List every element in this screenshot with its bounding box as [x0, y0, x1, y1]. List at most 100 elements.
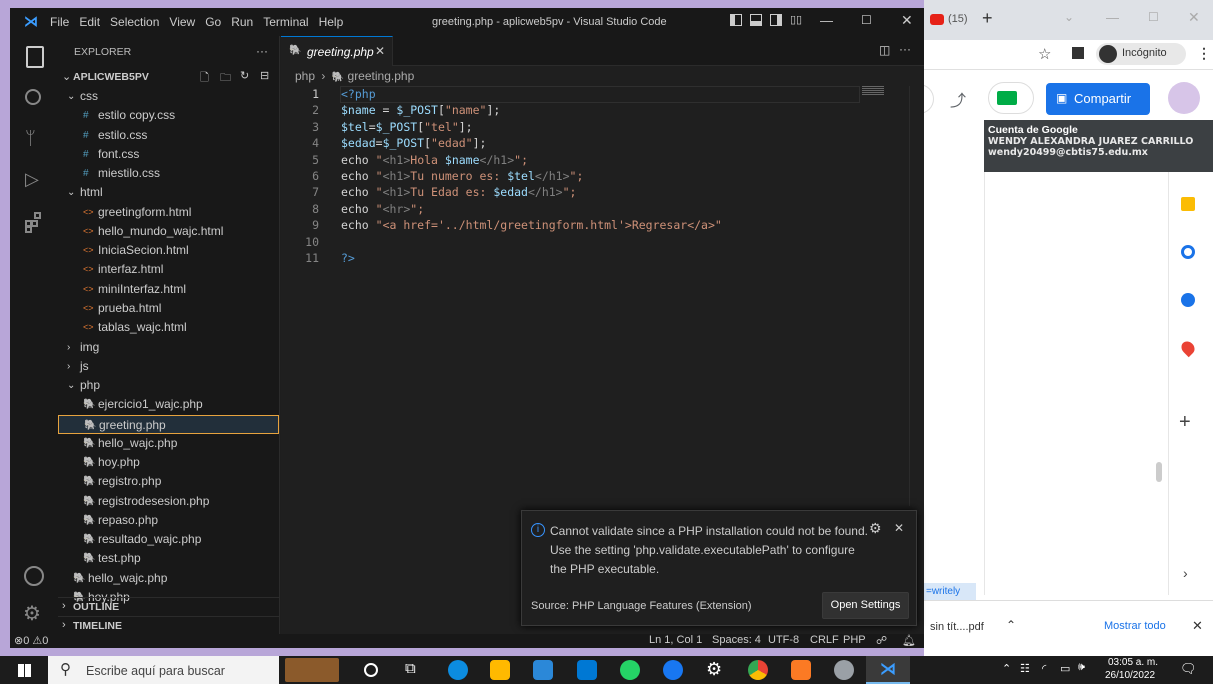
network-icon[interactable]: ☷ — [1020, 662, 1030, 675]
contacts-icon[interactable] — [1181, 293, 1195, 307]
file-item[interactable]: 🐘 ejercicio1_wajc.php — [58, 395, 279, 414]
settings-gear-icon[interactable]: ⚙ — [23, 601, 41, 626]
task-view-icon[interactable]: ⧉ — [405, 660, 416, 677]
store-icon[interactable] — [533, 660, 553, 680]
whatsapp-icon[interactable] — [620, 660, 640, 680]
facebook-icon[interactable] — [663, 660, 683, 680]
file-item[interactable]: <> greetingform.html — [58, 203, 279, 222]
chevron-down-icon[interactable]: ⌄ — [1064, 10, 1074, 24]
code-line[interactable]: <?php — [341, 86, 376, 103]
code-line[interactable]: echo "<hr>"; — [341, 201, 424, 218]
chrome-icon[interactable] — [748, 660, 768, 680]
explorer-more-icon[interactable]: ··· — [256, 44, 268, 58]
tab-count[interactable]: (15) — [948, 13, 968, 25]
maximize-icon[interactable]: ☐ — [1148, 10, 1159, 24]
notifications-icon[interactable]: 🗨︎ — [1180, 661, 1197, 677]
file-item[interactable]: 🐘 registro.php — [58, 472, 279, 491]
breadcrumb-file[interactable]: greeting.php — [348, 69, 415, 83]
chevron-up-icon[interactable]: ⌃ — [1002, 662, 1011, 675]
minimap[interactable] — [862, 86, 902, 98]
scrollbar[interactable] — [909, 86, 923, 506]
battery-icon[interactable]: ▭ — [1060, 662, 1070, 675]
search-box[interactable]: ⚲ Escribe aquí para buscar — [48, 656, 279, 684]
show-all-button[interactable]: Mostrar todo — [1104, 620, 1166, 632]
settings-icon[interactable]: ⚙ — [706, 659, 722, 680]
code-line[interactable]: echo "<h1>Tu Edad es: $edad</h1>"; — [341, 184, 576, 201]
scrollbar[interactable] — [1156, 462, 1162, 482]
cortana-icon[interactable] — [364, 663, 378, 677]
indentation[interactable]: Spaces: 4 — [712, 634, 761, 646]
extensions-icon[interactable] — [25, 212, 43, 233]
menu-help[interactable]: Help — [319, 15, 344, 29]
file-item[interactable]: # estilo.css — [58, 126, 279, 145]
close-download-icon[interactable]: ✕ — [1192, 618, 1203, 634]
file-item[interactable]: <> miniInterfaz.html — [58, 280, 279, 299]
settings-gear-icon[interactable]: ⚙ — [869, 520, 882, 537]
maps-icon[interactable] — [1178, 338, 1198, 358]
download-file[interactable]: sin tít....pdf — [930, 621, 984, 633]
chevron-up-icon[interactable]: ⌃ — [1006, 618, 1016, 632]
windows-start-icon[interactable] — [18, 664, 31, 677]
new-file-icon[interactable]: 🗋 — [200, 69, 209, 88]
layout-icon[interactable]: ▯▯ — [790, 13, 802, 26]
explorer-icon[interactable] — [26, 46, 44, 68]
file-item[interactable]: 🐘 greeting.php — [58, 414, 279, 434]
new-folder-icon[interactable]: 🗀 — [220, 69, 231, 88]
chevron-right-icon[interactable]: › — [1183, 565, 1188, 581]
collapse-all-icon[interactable]: ⊟ — [260, 69, 269, 82]
file-item[interactable]: 🐘 hoy.php — [58, 453, 279, 472]
menu-file[interactable]: File — [50, 15, 69, 29]
encoding[interactable]: UTF-8 — [768, 634, 799, 646]
file-item[interactable]: 🐘 hello_wajc.php — [58, 434, 279, 453]
close-notification-icon[interactable]: ✕ — [894, 521, 904, 535]
maximize-icon[interactable]: ☐ — [861, 13, 872, 27]
vscode-taskbar-button[interactable]: ⋊ — [866, 656, 910, 684]
folder-item[interactable]: ⌄ php — [58, 376, 279, 395]
accounts-icon[interactable] — [24, 566, 44, 586]
menu-run[interactable]: Run — [231, 15, 253, 29]
code-line[interactable]: $edad=$_POST["edad"]; — [341, 135, 486, 152]
tasks-icon[interactable] — [1181, 245, 1195, 259]
close-icon[interactable]: ✕ — [1188, 9, 1200, 26]
file-item[interactable]: 🐘 repaso.php — [58, 511, 279, 530]
paint-icon[interactable] — [834, 660, 854, 680]
file-item[interactable]: 🐘 resultado_wajc.php — [58, 530, 279, 549]
errors-status[interactable]: ⊗0 ⚠0 — [14, 634, 48, 647]
folder-item[interactable]: ⌄ css — [58, 87, 279, 106]
file-item[interactable]: # font.css — [58, 145, 279, 164]
file-explorer-icon[interactable] — [490, 660, 510, 680]
xampp-icon[interactable] — [791, 660, 811, 680]
file-item[interactable]: <> IniciaSecion.html — [58, 241, 279, 260]
file-item[interactable]: # estilo copy.css — [58, 106, 279, 125]
file-item[interactable]: <> prueba.html — [58, 299, 279, 318]
code-line[interactable]: echo "<a href='../html/greetingform.html… — [341, 217, 722, 234]
clock-time[interactable]: 03:05 a. m. — [1108, 657, 1158, 668]
menu-terminal[interactable]: Terminal — [263, 15, 308, 29]
file-item[interactable]: 🐘 test.php — [58, 549, 279, 568]
menu-edit[interactable]: Edit — [79, 15, 100, 29]
folder-item[interactable]: ⌄ html — [58, 183, 279, 202]
code-line[interactable]: ?> — [341, 250, 355, 267]
clock-date[interactable]: 26/10/2022 — [1105, 670, 1155, 681]
refresh-icon[interactable]: ↻ — [240, 69, 249, 82]
toggle-secondary-sidebar-icon[interactable] — [770, 14, 782, 26]
sidepanel-icon[interactable] — [1072, 47, 1084, 59]
split-editor-icon[interactable]: ◫ — [879, 43, 890, 57]
edge-icon[interactable] — [448, 660, 468, 680]
feedback-icon[interactable]: ☍ — [876, 634, 887, 647]
timeline-section[interactable]: › TIMELINE — [58, 616, 279, 634]
close-icon[interactable]: ✕ — [901, 12, 913, 29]
close-tab-icon[interactable]: ✕ — [375, 44, 385, 58]
volume-icon[interactable]: 🕪︎ — [1078, 661, 1085, 674]
code-line[interactable]: echo "<h1>Hola $name</h1>"; — [341, 152, 528, 169]
outline-section[interactable]: › OUTLINE — [58, 597, 279, 616]
menu-view[interactable]: View — [169, 15, 195, 29]
cursor-position[interactable]: Ln 1, Col 1 — [649, 634, 702, 646]
toggle-panel-icon[interactable] — [750, 14, 762, 26]
folder-item[interactable]: › img — [58, 338, 279, 357]
new-tab-icon[interactable]: + — [982, 8, 993, 29]
file-item[interactable]: <> interfaz.html — [58, 260, 279, 279]
code-line[interactable]: echo "<h1>Tu numero es: $tel</h1>"; — [341, 168, 583, 185]
incognito-badge[interactable]: Incógnito — [1096, 43, 1186, 65]
file-item[interactable]: 🐘 registrodesesion.php — [58, 492, 279, 511]
